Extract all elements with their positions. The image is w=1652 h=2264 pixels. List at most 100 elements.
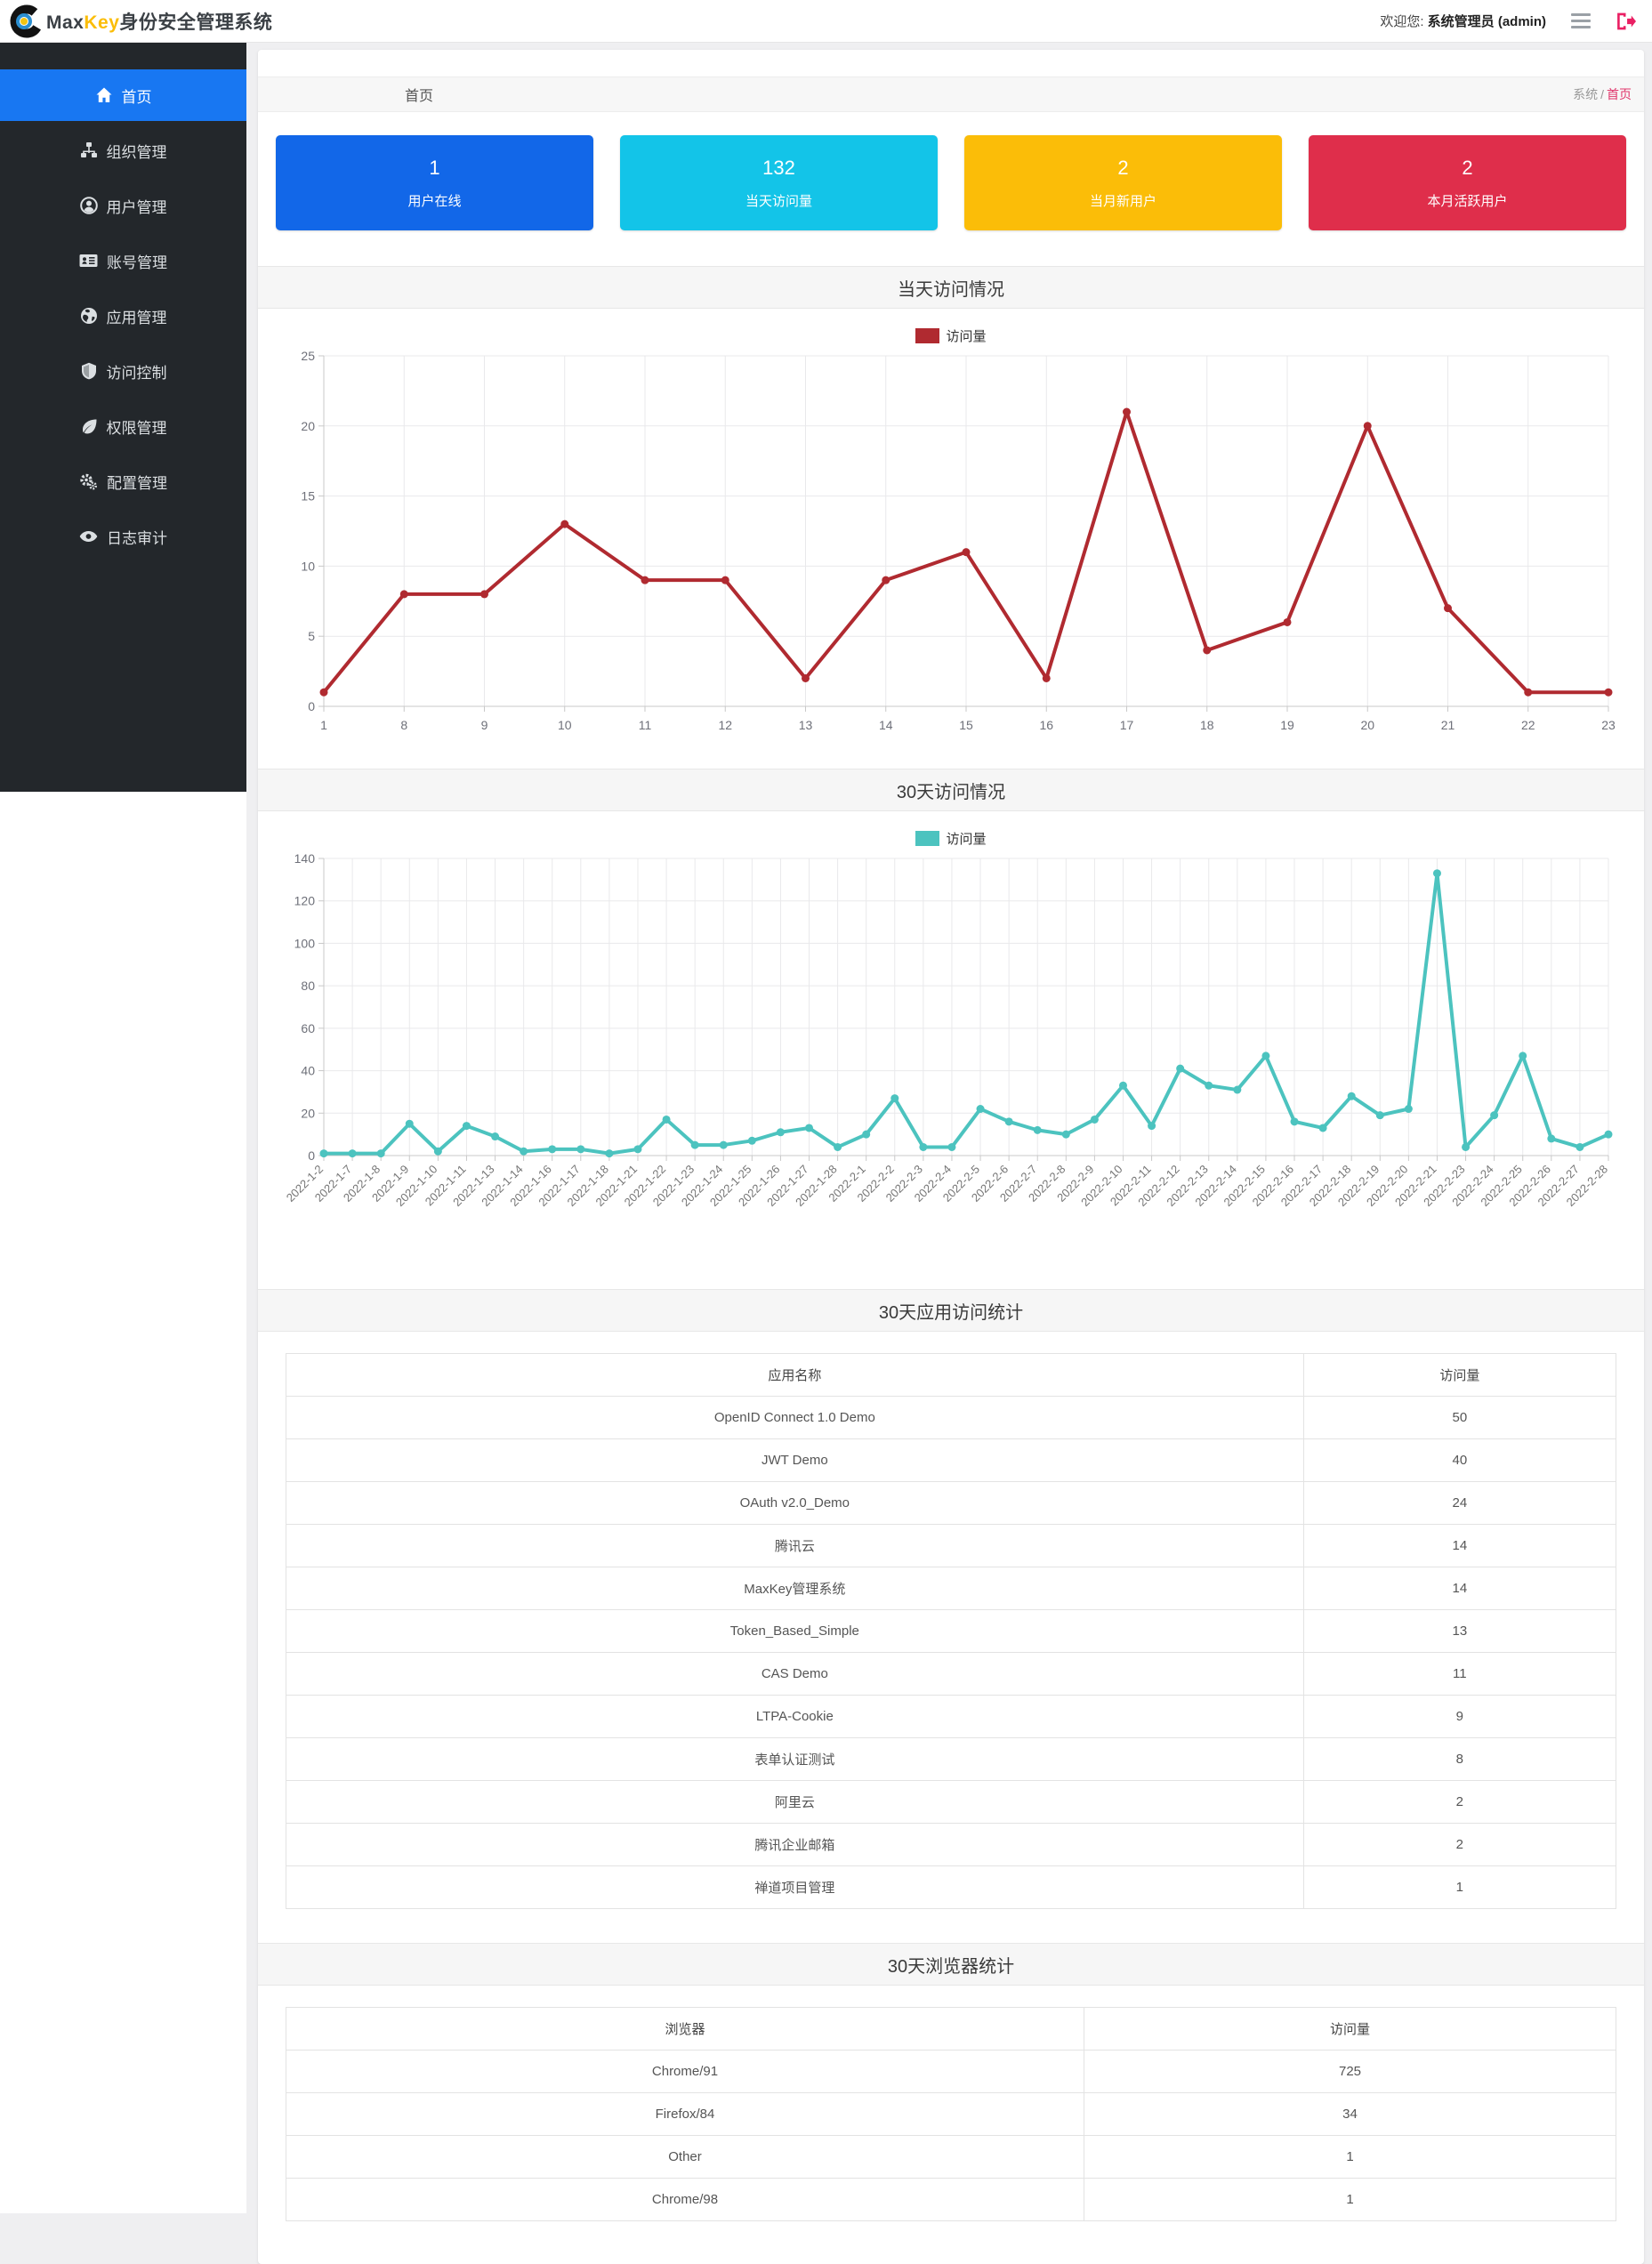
svg-text:9: 9 [481,718,488,732]
stat-card-today-visits: 132 当天访问量 [620,135,938,230]
table-row: OpenID Connect 1.0 Demo50 [286,1397,1616,1439]
main-content: 首页 系统/首页 1 用户在线 132 当天访问量 2 当月新用户 [246,43,1652,2213]
breadcrumb: 首页 系统/首页 [258,77,1644,112]
panel-app-stats: 30天应用访问统计 应用名称 访问量 OpenID Connect 1.0 De… [258,1289,1644,1932]
chart-legend[interactable]: 访问量 [279,326,1623,345]
table-row: Chrome/91725 [286,2050,1616,2093]
svg-text:20: 20 [301,419,315,433]
table-row: OAuth v2.0_Demo24 [286,1482,1616,1525]
svg-text:14: 14 [879,718,893,732]
svg-text:23: 23 [1601,718,1616,732]
svg-text:140: 140 [294,851,316,866]
svg-text:40: 40 [301,1064,315,1078]
globe-icon [80,307,98,325]
sitemap-icon [80,141,98,159]
user-icon [80,197,98,214]
stat-card-users-online: 1 用户在线 [276,135,593,230]
svg-text:18: 18 [1200,718,1214,732]
sidebar-item-permissions[interactable]: 权限管理 [0,400,246,452]
sidebar: 首页 组织管理 用户管理 账号管理 应用管理 [0,43,246,2213]
panel-today-visits: 当天访问情况 访问量 05101520251891011121314151617… [258,266,1644,758]
table-row: JWT Demo40 [286,1439,1616,1482]
table-row: CAS Demo11 [286,1653,1616,1696]
app-visits-table: 应用名称 访问量 OpenID Connect 1.0 Demo50JWT De… [286,1353,1616,1909]
current-user: 系统管理员 (admin) [1428,14,1546,29]
svg-text:10: 10 [558,718,572,732]
table-row: 阿里云2 [286,1781,1616,1824]
svg-text:120: 120 [294,894,316,908]
stat-cards-row: 1 用户在线 132 当天访问量 2 当月新用户 2 本月活跃用户 [276,135,1626,230]
sidebar-item-home[interactable]: 首页 [0,69,246,121]
top-header: MaxKey身份安全管理系统 欢迎您: 系统管理员 (admin) [0,0,1652,43]
app-title: MaxKey身份安全管理系统 [46,8,272,35]
svg-text:20: 20 [1360,718,1374,732]
table-row: LTPA-Cookie9 [286,1696,1616,1738]
stat-card-new-users: 2 当月新用户 [964,135,1282,230]
sidebar-menu: 首页 组织管理 用户管理 账号管理 应用管理 [0,69,246,562]
sidebar-item-access-control[interactable]: 访问控制 [0,345,246,397]
leaf-icon [80,417,98,435]
svg-text:0: 0 [308,699,315,713]
gears-icon [79,472,98,490]
svg-text:1: 1 [320,718,327,732]
sidebar-item-accounts[interactable]: 账号管理 [0,235,246,286]
sidebar-item-org[interactable]: 组织管理 [0,125,246,176]
svg-text:15: 15 [959,718,973,732]
logout-icon[interactable] [1616,12,1636,31]
home-icon [95,86,113,104]
table-row: 表单认证测试8 [286,1738,1616,1781]
svg-text:8: 8 [400,718,407,732]
table-row: Other1 [286,2136,1616,2179]
sidebar-item-users[interactable]: 用户管理 [0,180,246,231]
svg-text:22: 22 [1521,718,1535,732]
breadcrumb-section[interactable]: 系统 [1573,87,1598,101]
table-header-row: 应用名称 访问量 [286,1354,1616,1397]
chart-legend[interactable]: 访问量 [279,829,1623,848]
svg-text:13: 13 [799,718,813,732]
svg-text:100: 100 [294,936,316,950]
sidebar-item-apps[interactable]: 应用管理 [0,290,246,342]
svg-text:5: 5 [308,629,315,643]
eye-icon [79,528,98,545]
stat-card-active-users: 2 本月活跃用户 [1309,135,1626,230]
svg-text:12: 12 [718,718,732,732]
table-row: Chrome/981 [286,2179,1616,2221]
panel-title-browser-stats: 30天浏览器统计 [258,1943,1644,1986]
breadcrumb-current[interactable]: 首页 [1607,87,1632,101]
welcome-text: 欢迎您: 系统管理员 (admin) [1380,12,1546,30]
svg-text:20: 20 [301,1106,315,1120]
svg-text:10: 10 [301,559,315,573]
svg-text:0: 0 [308,1148,315,1163]
sidebar-item-audit[interactable]: 日志审计 [0,511,246,562]
panel-title-month-visits: 30天访问情况 [258,769,1644,811]
column-header-app-name: 应用名称 [286,1354,1304,1397]
menu-toggle-icon[interactable] [1569,8,1592,34]
svg-text:17: 17 [1120,718,1134,732]
sidebar-item-config[interactable]: 配置管理 [0,455,246,507]
table-row: Token_Based_Simple13 [286,1610,1616,1653]
table-row: MaxKey管理系统14 [286,1567,1616,1610]
shield-icon [80,362,98,380]
svg-text:25: 25 [301,349,315,363]
brand-logo[interactable]: MaxKey身份安全管理系统 [9,4,272,39]
table-row: Firefox/8434 [286,2093,1616,2136]
maxkey-logo-icon [9,4,44,39]
table-row: 腾讯企业邮箱2 [286,1824,1616,1866]
id-card-icon [79,252,98,270]
column-header-visits: 访问量 [1084,2008,1616,2050]
svg-text:15: 15 [301,489,315,504]
table-row: 腾讯云14 [286,1525,1616,1567]
table-row: 禅道项目管理1 [286,1866,1616,1909]
browser-visits-table: 浏览器 访问量 Chrome/91725Firefox/8434Other1Ch… [286,2007,1616,2221]
column-header-visits: 访问量 [1303,1354,1616,1397]
page-title: 首页 [258,84,433,105]
today-visits-line-chart: 0510152025189101112131415161718192021222… [279,347,1623,740]
svg-text:16: 16 [1039,718,1053,732]
table-header-row: 浏览器 访问量 [286,2008,1616,2050]
panel-title-app-stats: 30天应用访问统计 [258,1289,1644,1332]
legend-swatch [915,328,939,343]
legend-swatch [915,831,939,846]
svg-text:60: 60 [301,1021,315,1035]
svg-text:19: 19 [1280,718,1294,732]
svg-text:21: 21 [1441,718,1455,732]
